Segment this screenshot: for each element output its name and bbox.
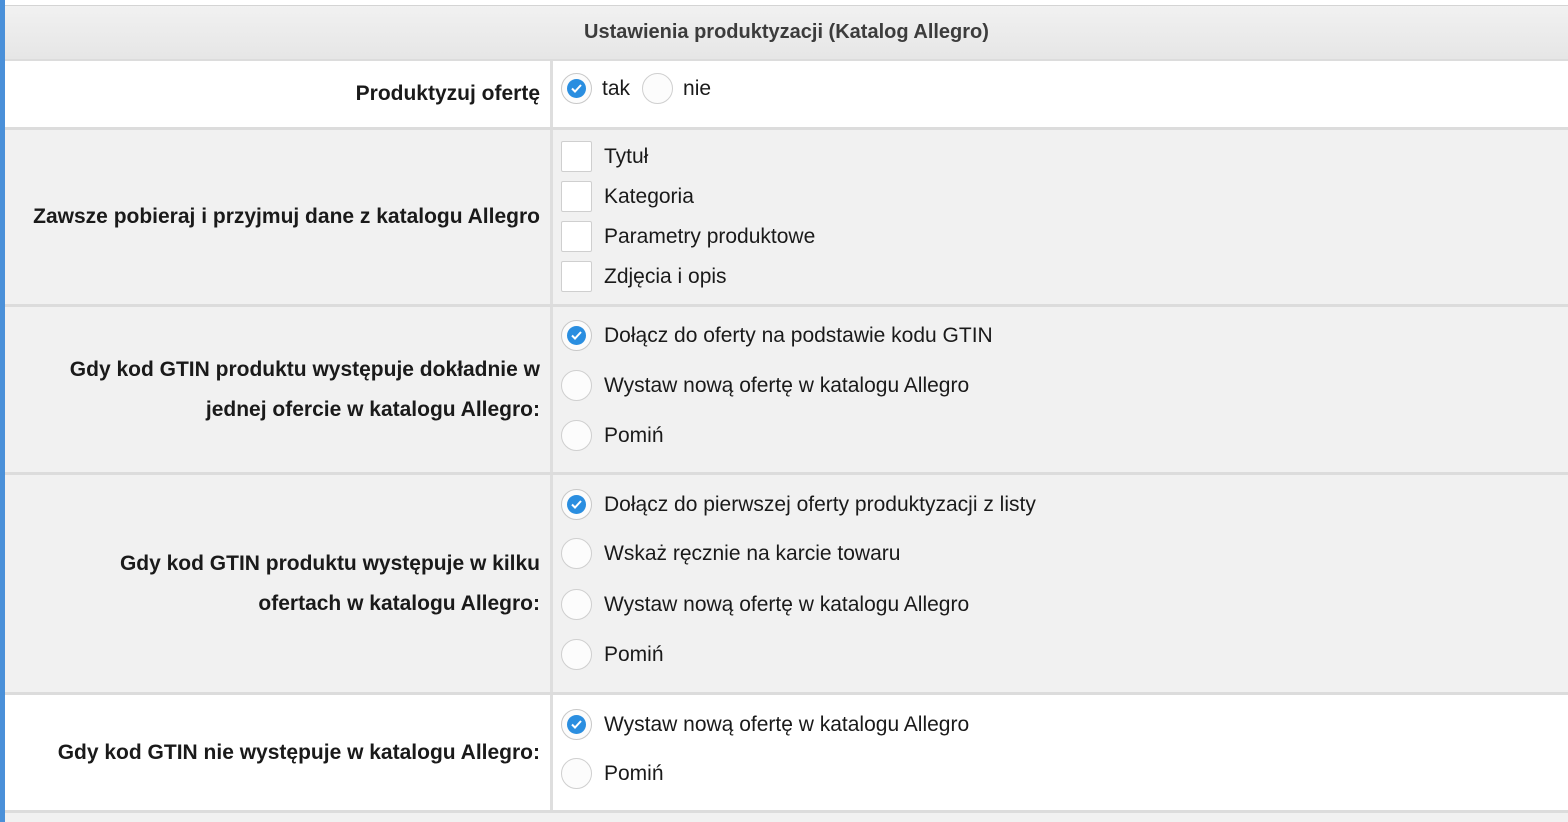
radio-option-wystaw-nowa[interactable]: Wystaw nową ofertę w katalogu Allegro (561, 370, 969, 401)
column-separator (550, 695, 553, 810)
checkbox[interactable] (561, 141, 592, 172)
radio-option-pomin[interactable]: Pomiń (561, 758, 664, 789)
row-label: Gdy kod GTIN nie występuje w katalogu Al… (5, 695, 550, 810)
radio-option-pomin[interactable]: Pomiń (561, 639, 664, 670)
row-label-text: Zawsze pobieraj i przyjmuj dane z katalo… (33, 205, 540, 228)
option-group-inline: tak nie (561, 73, 711, 104)
radio-label: Wystaw nową ofertę w katalogu Allegro (604, 373, 970, 397)
checkbox[interactable] (561, 181, 592, 212)
radio-option-tak[interactable]: tak (561, 73, 630, 104)
panel-header: Ustawienia produktyzacji (Katalog Allegr… (5, 5, 1568, 61)
radio-option-wskaz-recznie[interactable]: Wskaż ręcznie na karcie towaru (561, 538, 900, 569)
radio-option-dolacz-gtin[interactable]: Dołącz do oferty na podstawie kodu GTIN (561, 320, 993, 351)
check-icon (567, 715, 586, 734)
radio-option-nie[interactable]: nie (642, 73, 711, 104)
radio-label: Pomiń (604, 642, 664, 666)
radio-label: Dołącz do pierwszej oferty produktyzacji… (604, 492, 1036, 516)
settings-panel: Ustawienia produktyzacji (Katalog Allegr… (5, 0, 1568, 822)
checkbox-option-zdjecia[interactable]: Zdjęcia i opis (561, 261, 727, 292)
options-group: tak nie (561, 61, 1568, 127)
checkbox-option-kategoria[interactable]: Kategoria (561, 181, 694, 212)
row-label: Gdy kod GTIN produktu występuje w kilku … (5, 475, 550, 692)
check-icon (567, 79, 586, 98)
column-separator (550, 61, 553, 127)
options-group: Tytuł Kategoria Parametry produktowe Zdj… (561, 130, 1568, 304)
checkbox[interactable] (561, 221, 592, 252)
checkbox-option-tytul[interactable]: Tytuł (561, 141, 648, 172)
column-separator (550, 307, 553, 472)
options-group: Dołącz do pierwszej oferty produktyzacji… (561, 475, 1568, 692)
radio-button[interactable] (642, 73, 674, 104)
radio-label: tak (602, 76, 631, 100)
checkbox-label: Parametry produktowe (604, 224, 816, 248)
radio-button[interactable] (561, 420, 592, 451)
column-separator (550, 130, 553, 304)
check-icon (567, 326, 586, 345)
radio-button[interactable] (561, 320, 592, 351)
radio-button[interactable] (561, 639, 592, 670)
row-label-text: Gdy kod GTIN produktu występuje dokładni… (69, 357, 540, 421)
row-zawsze-pobieraj: Zawsze pobieraj i przyjmuj dane z katalo… (5, 130, 1568, 304)
options-group: Wystaw nową ofertę w katalogu Allegro Po… (561, 695, 1568, 810)
row-label: Gdy kod GTIN produktu występuje dokładni… (5, 307, 550, 472)
radio-button[interactable] (561, 73, 592, 104)
checkbox-option-parametry[interactable]: Parametry produktowe (561, 221, 815, 252)
row-label-text: Gdy kod GTIN nie występuje w katalogu Al… (57, 740, 540, 764)
checkbox-label: Kategoria (604, 184, 694, 208)
check-icon (567, 495, 586, 514)
radio-label: Wystaw nową ofertę w katalogu Allegro (604, 712, 970, 736)
radio-label: Wskaż ręcznie na karcie towaru (604, 541, 901, 565)
radio-button[interactable] (561, 370, 592, 401)
checkbox-label: Zdjęcia i opis (604, 264, 727, 288)
row-label-text: Produktyzuj ofertę (355, 82, 540, 105)
column-separator (550, 475, 553, 692)
row-label-text: Gdy kod GTIN produktu występuje w kilku … (119, 551, 540, 615)
options-group: Dołącz do oferty na podstawie kodu GTIN … (561, 307, 1568, 472)
row-label: Produktyzuj ofertę (5, 61, 550, 127)
radio-button[interactable] (561, 589, 592, 620)
radio-button[interactable] (561, 489, 592, 520)
panel-title: Ustawienia produktyzacji (Katalog Allegr… (584, 21, 989, 43)
radio-button[interactable] (561, 709, 592, 740)
radio-option-wystaw-nowa[interactable]: Wystaw nową ofertę w katalogu Allegro (561, 589, 969, 620)
row-produktyzuj: Produktyzuj ofertę tak nie (5, 61, 1568, 127)
radio-button[interactable] (561, 758, 592, 789)
radio-label: Dołącz do oferty na podstawie kodu GTIN (604, 323, 993, 347)
row-gtin-none: Gdy kod GTIN nie występuje w katalogu Al… (5, 695, 1568, 810)
row-gtin-multiple: Gdy kod GTIN produktu występuje w kilku … (5, 475, 1568, 692)
radio-option-pomin[interactable]: Pomiń (561, 420, 664, 451)
radio-label: nie (683, 76, 712, 100)
radio-button[interactable] (561, 538, 592, 569)
radio-option-wystaw-nowa[interactable]: Wystaw nową ofertę w katalogu Allegro (561, 709, 969, 740)
radio-option-dolacz-pierwszej[interactable]: Dołącz do pierwszej oferty produktyzacji… (561, 489, 1036, 520)
radio-label: Pomiń (604, 761, 664, 785)
row-gtin-single: Gdy kod GTIN produktu występuje dokładni… (5, 307, 1568, 472)
row-label: Zawsze pobieraj i przyjmuj dane z katalo… (5, 130, 550, 304)
checkbox[interactable] (561, 261, 592, 292)
checkbox-label: Tytuł (604, 144, 649, 168)
footer-strip (5, 813, 1568, 822)
radio-label: Pomiń (604, 423, 664, 447)
radio-label: Wystaw nową ofertę w katalogu Allegro (604, 592, 970, 616)
